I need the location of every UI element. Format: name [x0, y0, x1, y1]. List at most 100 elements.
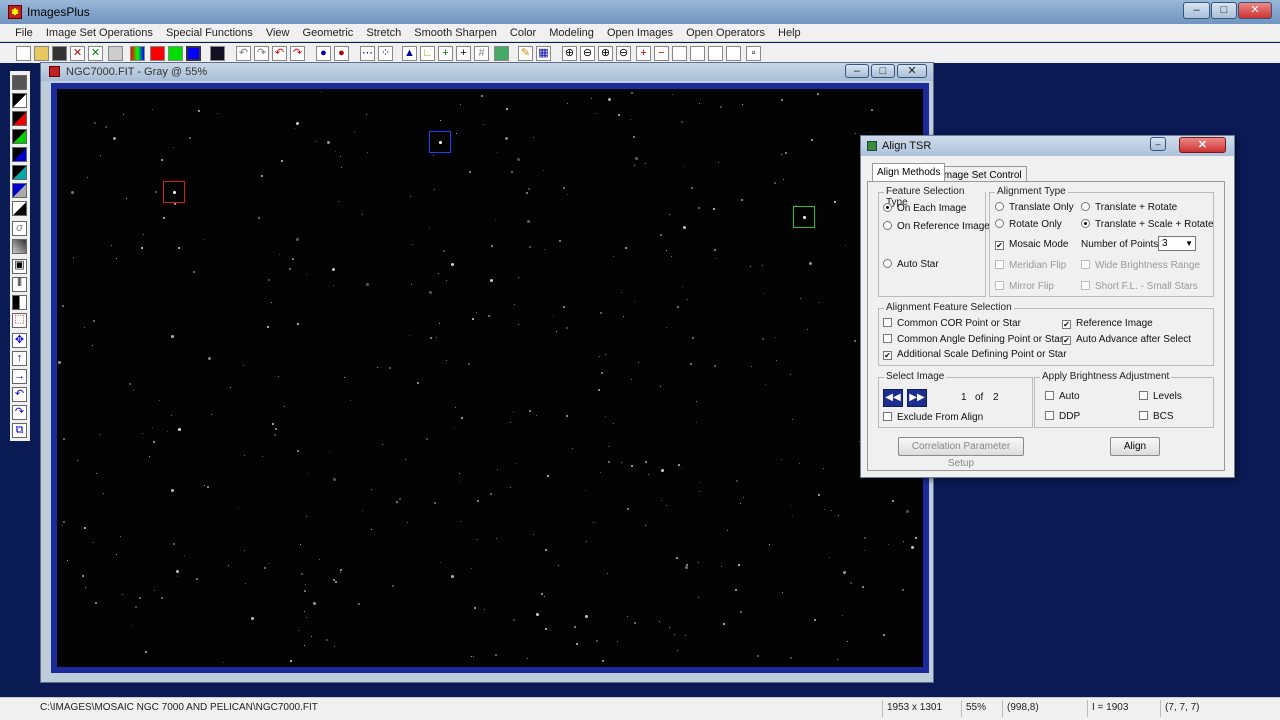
menu-smooth-sharpen[interactable]: Smooth Sharpen — [409, 24, 502, 42]
save-disk-icon[interactable] — [12, 75, 27, 90]
next-image-icon[interactable]: ▶▶ — [907, 389, 927, 407]
close-all-icon[interactable]: ✕ — [88, 46, 103, 61]
print-icon[interactable] — [108, 46, 123, 61]
checkbox-auto-advance[interactable]: ✔ Auto Advance after Select — [1062, 334, 1191, 345]
zoom-actual-icon[interactable]: ⊖ — [616, 46, 631, 61]
select-region-icon[interactable]: ⬚ — [12, 313, 27, 328]
checkbox-common-cor[interactable]: Common COR Point or Star — [883, 318, 1021, 329]
red-channel-icon[interactable] — [150, 46, 165, 61]
black-green-icon[interactable] — [12, 129, 27, 144]
checkbox-mirror-flip[interactable]: Mirror Flip — [995, 281, 1054, 292]
arrow-up-icon[interactable]: ▲ — [402, 46, 417, 61]
checkbox-exclude-from-align[interactable]: Exclude From Align — [883, 412, 983, 423]
star-field-image[interactable] — [57, 89, 923, 667]
magic-wand-icon[interactable] — [494, 46, 509, 61]
blue-gray-icon[interactable] — [12, 183, 27, 198]
radio-translate-only[interactable]: Translate Only — [995, 202, 1074, 213]
menu-geometric[interactable]: Geometric — [298, 24, 359, 42]
tab-image-set-control[interactable]: Image Set Control — [936, 166, 1027, 182]
menu-open-operators[interactable]: Open Operators — [681, 24, 770, 42]
black-blue-icon[interactable] — [12, 147, 27, 162]
tab-align-methods[interactable]: Align Methods — [872, 163, 946, 181]
align-button[interactable]: Align — [1110, 437, 1160, 456]
previous-image-icon[interactable]: ◀◀ — [883, 389, 903, 407]
levels-icon[interactable]: ⦀ — [12, 277, 27, 292]
table-icon[interactable]: ▦ — [536, 46, 551, 61]
checkbox-reference-image[interactable]: ✔ Reference Image — [1062, 318, 1153, 329]
checkbox-meridian-flip[interactable]: Meridian Flip — [995, 260, 1066, 271]
rotate-cw-icon[interactable]: ↷ — [12, 405, 27, 420]
window-2-icon[interactable] — [690, 46, 705, 61]
checkbox-additional-scale[interactable]: ✔ Additional Scale Defining Point or Star — [883, 349, 1067, 360]
undo-disabled-icon[interactable]: ↶ — [236, 46, 251, 61]
checkbox-levels[interactable]: Levels — [1139, 391, 1182, 402]
menu-help[interactable]: Help — [773, 24, 806, 42]
pattern-icon[interactable]: ⁘ — [378, 46, 393, 61]
radio-auto-star[interactable]: Auto Star — [883, 259, 939, 270]
angle-icon[interactable]: ∟ — [420, 46, 435, 61]
correlation-parameter-setup-button[interactable]: Correlation Parameter Setup — [898, 437, 1024, 469]
image-minimize-icon[interactable]: – — [845, 64, 869, 78]
menu-file[interactable]: File — [10, 24, 38, 42]
checkbox-ddp[interactable]: DDP — [1045, 411, 1080, 422]
radio-on-each-image[interactable]: On Each Image — [883, 203, 966, 214]
plus-icon[interactable]: + — [456, 46, 471, 61]
open-folder-icon[interactable] — [34, 46, 49, 61]
rgb-channels-icon[interactable] — [130, 46, 145, 61]
half-icon[interactable] — [12, 295, 27, 310]
window-3-icon[interactable] — [708, 46, 723, 61]
number-of-points-select[interactable]: 3 ▼ — [1158, 236, 1196, 251]
frame-icon[interactable]: ▣ — [12, 259, 27, 274]
checkbox-mosaic-mode[interactable]: ✔ Mosaic Mode — [995, 239, 1068, 250]
marker-icon[interactable]: ● — [334, 46, 349, 61]
redo-icon[interactable]: ↷ — [290, 46, 305, 61]
white-black-icon[interactable] — [12, 201, 27, 216]
menu-view[interactable]: View — [261, 24, 295, 42]
dotted-line-icon[interactable]: ⋯ — [360, 46, 375, 61]
close-icon[interactable]: ✕ — [1238, 2, 1272, 19]
redo-disabled-icon[interactable]: ↷ — [254, 46, 269, 61]
black-red-icon[interactable] — [12, 111, 27, 126]
image-close-icon[interactable]: ✕ — [897, 64, 927, 78]
checkbox-auto[interactable]: Auto — [1045, 391, 1080, 402]
menu-stretch[interactable]: Stretch — [361, 24, 406, 42]
grid-icon[interactable] — [210, 46, 225, 61]
maximize-icon[interactable]: □ — [1211, 2, 1237, 19]
arrow-up-tool-icon[interactable]: ↑ — [12, 351, 27, 366]
rotate-ccw-icon[interactable]: ↶ — [12, 387, 27, 402]
pencil-icon[interactable]: ✎ — [518, 46, 533, 61]
menu-modeling[interactable]: Modeling — [544, 24, 599, 42]
save-icon[interactable] — [52, 46, 67, 61]
image-maximize-icon[interactable]: □ — [871, 64, 895, 78]
arrow-right-tool-icon[interactable]: → — [12, 369, 27, 384]
checkbox-common-angle[interactable]: Common Angle Defining Point or Star — [883, 334, 1063, 345]
move-icon[interactable]: ✥ — [12, 333, 27, 348]
zoom-in-icon[interactable]: ⊕ — [562, 46, 577, 61]
undo-icon[interactable]: ↶ — [272, 46, 287, 61]
black-cyan-icon[interactable] — [12, 165, 27, 180]
black-white-icon[interactable] — [12, 93, 27, 108]
grid-select-icon[interactable]: # — [474, 46, 489, 61]
new-file-icon[interactable] — [16, 46, 31, 61]
copy-icon[interactable]: ⧉ — [12, 423, 27, 438]
window-4-icon[interactable] — [726, 46, 741, 61]
window-1-icon[interactable] — [672, 46, 687, 61]
menu-color[interactable]: Color — [505, 24, 541, 42]
checkbox-wide-brightness-range[interactable]: Wide Brightness Range — [1081, 260, 1200, 271]
subtract-icon[interactable]: − — [654, 46, 669, 61]
dialog-close-icon[interactable]: ✕ — [1179, 137, 1226, 153]
crosshair-icon[interactable]: + — [438, 46, 453, 61]
add-icon[interactable]: + — [636, 46, 651, 61]
checkbox-bcs[interactable]: BCS — [1139, 411, 1174, 422]
green-channel-icon[interactable] — [168, 46, 183, 61]
zoom-fit-icon[interactable]: ⊕ — [598, 46, 613, 61]
minimize-icon[interactable]: – — [1183, 2, 1210, 19]
dialog-minimize-icon[interactable]: – — [1150, 137, 1166, 151]
zoom-out-icon[interactable]: ⊖ — [580, 46, 595, 61]
radio-translate-rotate[interactable]: Translate + Rotate — [1081, 202, 1177, 213]
radio-on-reference-image[interactable]: On Reference Image — [883, 221, 990, 232]
checkbox-short-fl-small-stars[interactable]: Short F.L. - Small Stars — [1081, 281, 1198, 292]
menu-special-functions[interactable]: Special Functions — [161, 24, 258, 42]
menu-open-images[interactable]: Open Images — [602, 24, 678, 42]
point-icon[interactable]: ● — [316, 46, 331, 61]
